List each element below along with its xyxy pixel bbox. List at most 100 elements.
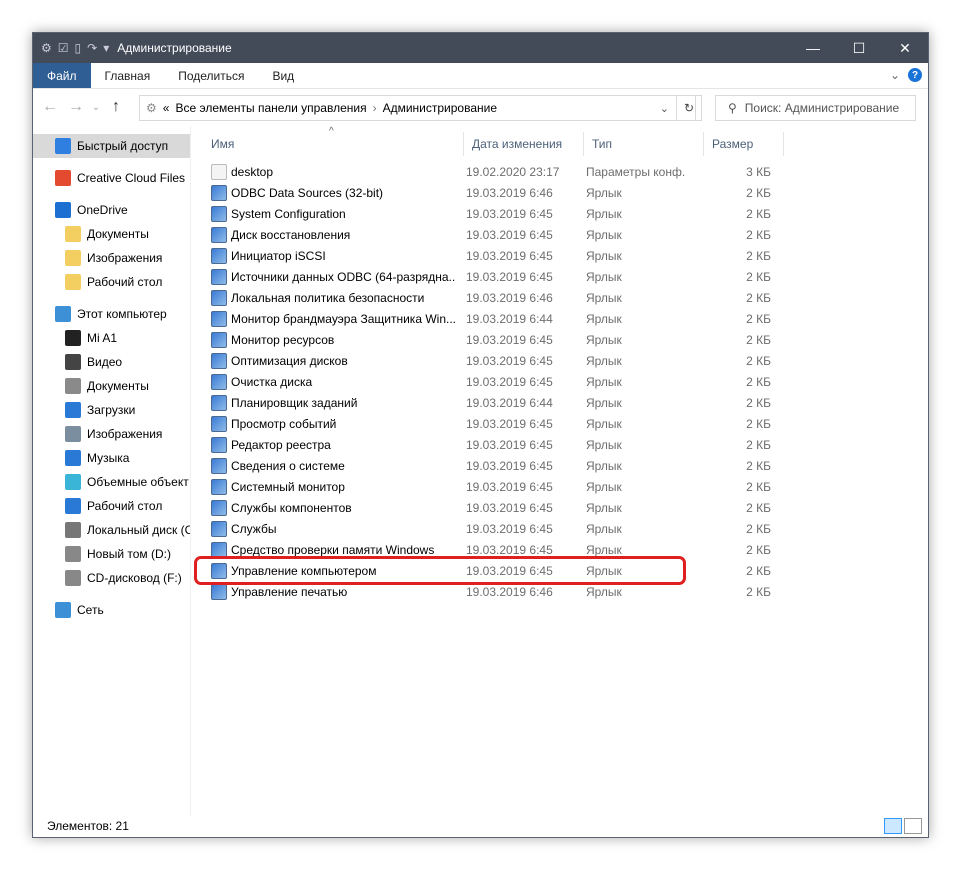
new-folder-icon[interactable]: ▯ [75,41,82,55]
sidebar-item-icon [65,274,81,290]
sidebar-item[interactable]: CD-дисковод (F:) [33,566,190,590]
breadcrumb-item[interactable]: Администрирование [383,101,497,115]
file-date: 19.03.2019 6:45 [466,227,553,242]
file-type: Ярлык [586,290,622,305]
sidebar-item[interactable]: Загрузки [33,398,190,422]
minimize-button[interactable]: — [790,33,836,63]
file-size: 2 КБ [746,290,771,305]
breadcrumb-separator[interactable]: › [373,101,377,115]
sidebar-item-label: Mi A1 [87,331,118,345]
column-size[interactable]: Размер [704,132,784,156]
tab-view[interactable]: Вид [258,63,308,88]
title-bar: ⚙ ☑ ▯ ↷ ▾ Администрирование — ☐ ✕ [33,33,928,63]
file-row[interactable]: Системный монитор 19.03.2019 6:45 Ярлык 2 К… [191,476,771,497]
sort-ascending-icon: ^ [329,126,334,137]
file-size: 2 КБ [746,311,771,326]
sidebar-item-icon [55,138,71,154]
column-date[interactable]: Дата изменения [464,132,584,156]
column-name[interactable]: Имя [191,132,464,156]
file-row[interactable]: desktop 19.02.2020 23:17 Параметры конф...… [191,161,771,182]
sidebar-item-icon [65,402,81,418]
file-row[interactable]: Просмотр событий 19.03.2019 6:45 Ярлык 2 КБ [191,413,771,434]
large-icons-view-button[interactable] [904,818,922,834]
customize-dropdown-icon[interactable]: ▾ [103,41,109,55]
sidebar-item-icon [65,570,81,586]
breadcrumb-item[interactable]: Все элементы панели управления [175,101,366,115]
sidebar-item[interactable]: Mi A1 [33,326,190,350]
tab-file[interactable]: Файл [33,63,91,88]
file-row[interactable]: Монитор брандмауэра Защитника Win... 19.0… [191,308,771,329]
file-date: 19.03.2019 6:45 [466,542,553,557]
sidebar-item[interactable]: Музыка [33,446,190,470]
up-button[interactable]: ↑ [103,98,129,116]
sidebar-item[interactable]: Документы [33,374,190,398]
close-button[interactable]: ✕ [882,33,928,63]
sidebar-item[interactable]: Новый том (D:) [33,542,190,566]
tab-share[interactable]: Поделиться [164,63,258,88]
file-size: 2 КБ [746,206,771,221]
navigation-pane: Быстрый доступ Creative Cloud Files OneDri… [33,126,191,816]
file-row[interactable]: Службы 19.03.2019 6:45 Ярлык 2 КБ [191,518,771,539]
file-row[interactable]: Оптимизация дисков 19.03.2019 6:45 Ярлык 2 … [191,350,771,371]
file-date: 19.03.2019 6:45 [466,521,553,536]
maximize-button[interactable]: ☐ [836,33,882,63]
sidebar-item[interactable]: Локальный диск (C [33,518,190,542]
file-row[interactable]: Инициатор iSCSI 19.03.2019 6:45 Ярлык 2 КБ [191,245,771,266]
search-input[interactable]: ⚲ Поиск: Администрирование [715,95,916,121]
file-row[interactable]: Сведения о системе 19.03.2019 6:45 Ярлык 2 … [191,455,771,476]
file-date: 19.03.2019 6:45 [466,437,553,452]
file-row[interactable]: Редактор реестра 19.03.2019 6:45 Ярлык 2 КБ [191,434,771,455]
sidebar-item[interactable]: Изображения [33,422,190,446]
refresh-button[interactable]: ↻ [676,95,702,121]
file-row[interactable]: Диск восстановления 19.03.2019 6:45 Ярлык 2… [191,224,771,245]
breadcrumb-overflow[interactable]: « [163,101,170,115]
sidebar-item[interactable]: Creative Cloud Files [33,166,190,190]
back-button[interactable]: ← [37,98,63,116]
sidebar-item[interactable]: Рабочий стол [33,494,190,518]
address-dropdown-icon[interactable]: ⌄ [660,102,669,115]
file-row[interactable]: ODBC Data Sources (32-bit) 19.03.2019 6:4… [191,182,771,203]
file-row[interactable]: Источники данных ODBC (64-разрядна... 19.… [191,266,771,287]
file-name: Монитор брандмауэра Защитника Win... [231,311,456,326]
checkbox-icon[interactable]: ☑ [58,41,69,55]
shortcut-icon [211,583,227,600]
tab-home[interactable]: Главная [91,63,165,88]
file-row[interactable]: Планировщик заданий 19.03.2019 6:44 Ярлык 2… [191,392,771,413]
sidebar-item[interactable]: Быстрый доступ [33,134,190,158]
details-view-button[interactable] [884,818,902,834]
address-bar[interactable]: ⚙ « Все элементы панели управления › Адм… [139,95,696,121]
properties-icon[interactable]: ⚙ [41,41,52,55]
shortcut-icon [211,373,227,390]
expand-ribbon-icon[interactable]: ⌄ [890,68,900,82]
sidebar-item-icon [65,354,81,370]
sidebar-item-label: Видео [87,355,123,369]
forward-button[interactable]: → [63,98,89,116]
sidebar-item[interactable]: Документы [33,222,190,246]
shortcut-icon [211,415,227,432]
sidebar-item[interactable]: OneDrive [33,198,190,222]
file-date: 19.03.2019 6:45 [466,353,553,368]
file-row[interactable]: Очистка диска 19.03.2019 6:45 Ярлык 2 КБ [191,371,771,392]
sidebar-item[interactable]: Рабочий стол [33,270,190,294]
sidebar-item[interactable]: Сеть [33,598,190,622]
sidebar-item[interactable]: Этот компьютер [33,302,190,326]
undo-icon[interactable]: ↷ [87,41,97,55]
sidebar-item-label: CD-дисковод (F:) [87,571,182,585]
file-row[interactable]: Службы компонентов 19.03.2019 6:45 Ярлык 2 … [191,497,771,518]
column-type[interactable]: Тип [584,132,704,156]
sidebar-item[interactable]: Видео [33,350,190,374]
file-row[interactable]: Локальная политика безопасности 19.03.201… [191,287,771,308]
sidebar-item-label: Рабочий стол [87,499,163,513]
recent-dropdown-icon[interactable]: ⌄ [89,102,103,113]
file-size: 2 КБ [746,353,771,368]
file-name: Редактор реестра [231,437,331,452]
sidebar-item-icon [55,170,71,186]
help-icon[interactable]: ? [908,68,922,82]
file-name: ODBC Data Sources (32-bit) [231,185,384,200]
sidebar-item-label: Creative Cloud Files [77,171,186,185]
sidebar-item[interactable]: Изображения [33,246,190,270]
file-type: Ярлык [586,500,622,515]
file-row[interactable]: System Configuration 19.03.2019 6:45 Ярлык… [191,203,771,224]
file-row[interactable]: Монитор ресурсов 19.03.2019 6:45 Ярлык 2 КБ [191,329,771,350]
sidebar-item[interactable]: Объемные объект [33,470,190,494]
